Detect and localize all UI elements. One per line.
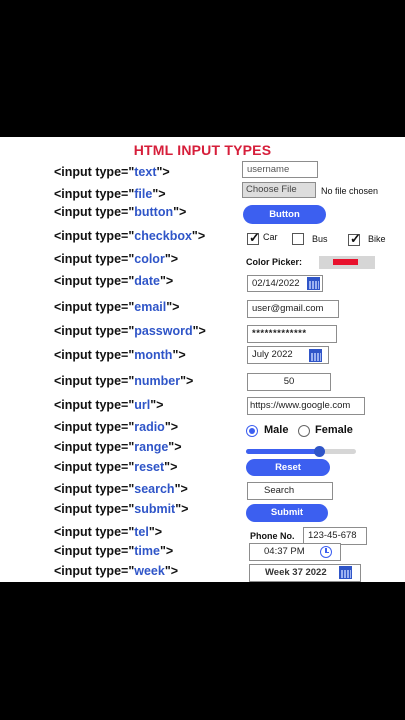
time-input[interactable]: 04:37 PM bbox=[249, 543, 341, 561]
phone-label: Phone No. bbox=[250, 531, 295, 541]
checkbox-bike-label: Bike bbox=[368, 234, 386, 244]
code-submit: <input type="submit"> bbox=[54, 502, 189, 516]
submit-button[interactable]: Submit bbox=[246, 504, 328, 522]
email-input[interactable]: user@gmail.com bbox=[247, 300, 339, 318]
month-value: July 2022 bbox=[252, 349, 293, 360]
number-input[interactable]: 50 bbox=[247, 373, 331, 391]
date-value: 02/14/2022 bbox=[252, 278, 300, 289]
code-week: <input type="week"> bbox=[54, 564, 179, 578]
code-range: <input type="range"> bbox=[54, 440, 182, 454]
code-button: <input type="button"> bbox=[54, 205, 187, 219]
code-email: <input type="email"> bbox=[54, 300, 180, 314]
page-title: HTML INPUT TYPES bbox=[133, 142, 272, 158]
radio-male-label: Male bbox=[264, 424, 289, 436]
clock-icon[interactable] bbox=[320, 546, 332, 558]
month-input[interactable]: July 2022 bbox=[247, 346, 329, 364]
infographic-panel: HTML INPUT TYPES <input type="text"> <in… bbox=[0, 137, 405, 582]
radio-female[interactable] bbox=[298, 425, 310, 437]
range-track[interactable] bbox=[246, 446, 356, 457]
checkbox-car-label: Car bbox=[263, 232, 278, 242]
color-swatch bbox=[333, 259, 358, 265]
code-month: <input type="month"> bbox=[54, 348, 186, 362]
calendar-icon[interactable] bbox=[309, 349, 322, 362]
code-file: <input type="file"> bbox=[54, 187, 166, 201]
radio-female-label: Female bbox=[315, 424, 353, 436]
radio-male[interactable] bbox=[246, 425, 258, 437]
week-value: Week 37 2022 bbox=[265, 567, 327, 578]
url-input[interactable]: https://www.google.com bbox=[247, 397, 365, 415]
week-input[interactable]: Week 37 2022 bbox=[249, 564, 361, 582]
code-password: <input type="password"> bbox=[54, 324, 206, 338]
code-radio: <input type="radio"> bbox=[54, 420, 179, 434]
checkbox-bus-label: Bus bbox=[312, 234, 328, 244]
password-input[interactable]: ************* bbox=[247, 325, 337, 343]
range-thumb[interactable] bbox=[313, 446, 325, 457]
text-input[interactable]: username bbox=[242, 161, 318, 178]
code-tel: <input type="tel"> bbox=[54, 525, 163, 539]
code-text: <input type="text"> bbox=[54, 165, 170, 179]
color-picker[interactable] bbox=[319, 256, 375, 269]
color-picker-label: Color Picker: bbox=[246, 257, 303, 267]
code-date: <input type="date"> bbox=[54, 274, 174, 288]
file-status: No file chosen bbox=[321, 186, 379, 196]
time-value: 04:37 PM bbox=[264, 546, 305, 557]
code-search: <input type="search"> bbox=[54, 482, 188, 496]
checkbox-bike[interactable] bbox=[348, 231, 361, 247]
reset-button[interactable]: Reset bbox=[246, 459, 330, 476]
choose-file-button[interactable]: Choose File bbox=[242, 182, 316, 198]
code-time: <input type="time"> bbox=[54, 544, 174, 558]
range-fill bbox=[246, 449, 319, 454]
search-input[interactable]: Search bbox=[247, 482, 333, 500]
code-color: <input type="color"> bbox=[54, 252, 179, 266]
checkbox-car[interactable] bbox=[247, 230, 260, 246]
calendar-icon[interactable] bbox=[339, 566, 352, 579]
demo-button[interactable]: Button bbox=[243, 205, 326, 224]
checkbox-bus[interactable] bbox=[292, 233, 304, 245]
calendar-icon[interactable] bbox=[307, 277, 320, 290]
code-checkbox: <input type="checkbox"> bbox=[54, 229, 206, 243]
code-number: <input type="number"> bbox=[54, 374, 194, 388]
code-url: <input type="url"> bbox=[54, 398, 164, 412]
code-reset: <input type="reset"> bbox=[54, 460, 178, 474]
date-input[interactable]: 02/14/2022 bbox=[247, 275, 323, 292]
